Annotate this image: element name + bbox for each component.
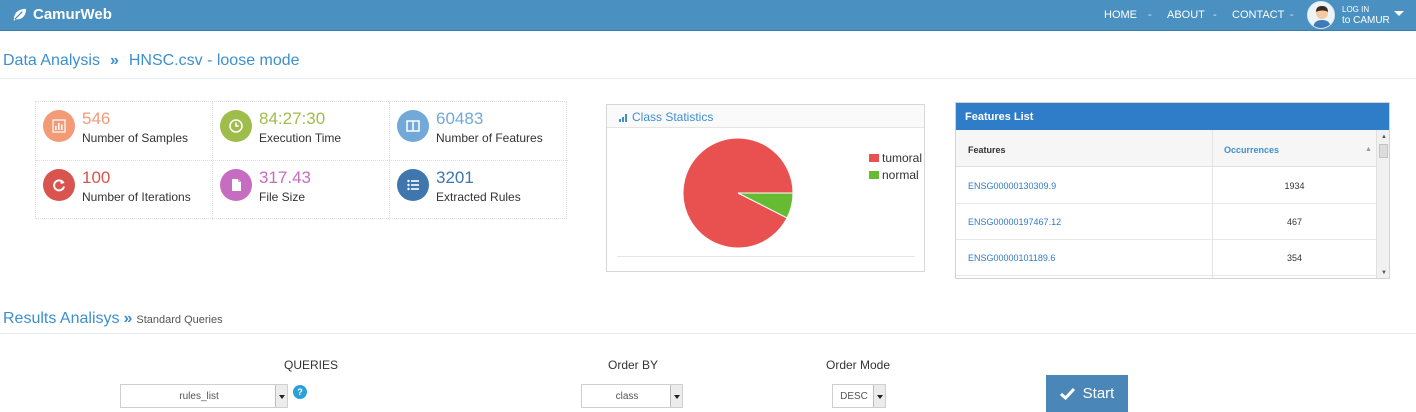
top-navbar: CamurWeb HOME - ABOUT - CONTACT - LOG IN… xyxy=(0,0,1416,31)
panel-header: Class Statistics xyxy=(607,105,924,128)
results-heading: Results Analisys» Standard Queries xyxy=(3,310,223,328)
divider xyxy=(0,78,1416,79)
nav-separator: - xyxy=(1213,9,1217,21)
user-avatar-icon xyxy=(1308,2,1334,28)
stat-value: 100 xyxy=(82,168,111,187)
scroll-up-icon[interactable]: ▲ xyxy=(1381,134,1387,140)
stat-samples: 546 Number of Samples xyxy=(36,102,213,161)
table-header: Features Occurrences ▲ xyxy=(956,130,1376,167)
refresh-icon xyxy=(43,169,75,201)
stat-label: Number of Iterations xyxy=(82,190,191,204)
nav-about-link[interactable]: ABOUT xyxy=(1167,9,1205,21)
column-header-features[interactable]: Features xyxy=(968,145,1006,155)
brand-logo[interactable]: CamurWeb xyxy=(12,6,112,23)
double-chevron-icon: » xyxy=(123,310,133,327)
nav-home-link[interactable]: HOME xyxy=(1104,9,1137,21)
stat-value: 546 xyxy=(82,109,111,128)
queries-label: QUERIES xyxy=(284,358,339,372)
divider xyxy=(617,256,915,257)
breadcrumb-root[interactable]: Data Analysis xyxy=(3,52,100,69)
signal-bars-icon xyxy=(619,114,627,122)
bar-chart-icon xyxy=(43,110,75,142)
stat-rules: 3201 Extracted Rules xyxy=(390,161,567,220)
order-mode-label: Order Mode xyxy=(826,358,891,372)
features-list-panel: Features List Features Occurrences ▲ ENS… xyxy=(955,102,1390,279)
order-mode-value: DESC xyxy=(840,391,868,402)
table-row: ENSG00000197467.12 467 xyxy=(956,204,1376,240)
file-icon xyxy=(220,169,252,201)
stat-file-size: 317.43 File Size xyxy=(213,161,390,220)
breadcrumb-separator: » xyxy=(109,52,119,69)
login-menu[interactable]: LOG IN to CAMUR xyxy=(1342,4,1390,26)
feature-link[interactable]: ENSG00000130309.9 xyxy=(968,181,1056,191)
occurrences-value: 1934 xyxy=(1284,181,1305,191)
stat-value: 84:27:30 xyxy=(259,109,326,128)
stat-label: Number of Samples xyxy=(82,131,189,145)
sort-asc-icon[interactable]: ▲ xyxy=(1365,146,1372,153)
stat-value: 60483 xyxy=(436,109,484,128)
column-header-occurrences[interactable]: Occurrences xyxy=(1224,145,1279,155)
leaf-icon xyxy=(13,8,27,22)
legend-label: tumoral xyxy=(882,151,923,165)
queries-select[interactable]: rules_list xyxy=(120,384,288,408)
legend-label: normal xyxy=(882,168,919,182)
nav-separator: - xyxy=(1148,9,1152,21)
order-by-label: Order BY xyxy=(608,358,659,372)
table-scrollbar[interactable]: ▲ ▼ xyxy=(1376,130,1389,278)
scroll-down-icon[interactable]: ▼ xyxy=(1381,270,1387,276)
panel-title: Features List xyxy=(956,103,1389,130)
chevron-down-icon[interactable] xyxy=(670,385,682,407)
login-label: LOG IN xyxy=(1342,5,1370,14)
occurrences-value: 354 xyxy=(1286,253,1303,263)
clock-icon xyxy=(220,110,252,142)
results-title: Results Analisys xyxy=(3,310,120,327)
start-label: Start xyxy=(1082,385,1115,402)
checkmark-icon xyxy=(1059,387,1075,400)
stats-panel: 546 Number of Samples 84:27:30 Execution… xyxy=(35,101,568,220)
legend-item-normal: normal xyxy=(869,168,919,182)
login-sublabel: to CAMUR xyxy=(1342,15,1390,26)
stat-value: 3201 xyxy=(436,168,474,187)
class-statistics-panel: Class Statistics tumoral normal xyxy=(606,104,925,272)
stat-iterations: 100 Number of Iterations xyxy=(36,161,213,220)
class-pie-chart xyxy=(682,137,794,249)
columns-icon xyxy=(397,110,429,142)
scrollbar-thumb[interactable] xyxy=(1379,144,1388,158)
user-avatar[interactable] xyxy=(1307,1,1335,29)
order-mode-select[interactable]: DESC xyxy=(832,384,886,408)
stat-features: 60483 Number of Features xyxy=(390,102,567,161)
help-icon[interactable]: ? xyxy=(293,385,307,399)
stat-label: Extracted Rules xyxy=(436,190,521,204)
start-button[interactable]: Start xyxy=(1046,375,1128,412)
divider xyxy=(0,333,1416,334)
table-row: ENSG00000130309.9 1934 xyxy=(956,168,1376,204)
legend-item-tumoral: tumoral xyxy=(869,151,922,165)
order-by-select[interactable]: class xyxy=(581,384,683,408)
stat-value: 317.43 xyxy=(259,168,311,187)
queries-value: rules_list xyxy=(179,391,219,402)
stat-execution-time: 84:27:30 Execution Time xyxy=(213,102,390,161)
list-icon xyxy=(397,169,429,201)
breadcrumb-current: HNSC.csv - loose mode xyxy=(128,52,300,69)
results-subtitle: Standard Queries xyxy=(136,314,223,326)
chevron-down-icon[interactable] xyxy=(275,385,287,407)
table-row: ENSG00000101189.6 354 xyxy=(956,240,1376,276)
occurrences-value: 467 xyxy=(1286,217,1303,227)
breadcrumb: Data Analysis » HNSC.csv - loose mode xyxy=(3,52,300,70)
nav-separator: - xyxy=(1290,9,1294,21)
order-by-value: class xyxy=(615,391,639,402)
legend-swatch xyxy=(869,154,879,162)
chevron-down-icon[interactable] xyxy=(1394,11,1404,16)
chevron-down-icon[interactable] xyxy=(873,385,885,407)
brand-name: CamurWeb xyxy=(33,6,112,23)
stat-label: Execution Time xyxy=(259,131,342,145)
feature-link[interactable]: ENSG00000101189.6 xyxy=(968,253,1055,263)
feature-link[interactable]: ENSG00000197467.12 xyxy=(968,217,1061,227)
legend-swatch xyxy=(869,171,879,179)
nav-contact-link[interactable]: CONTACT xyxy=(1232,9,1284,21)
stat-label: Number of Features xyxy=(436,131,543,145)
panel-title: Class Statistics xyxy=(632,110,714,124)
stat-label: File Size xyxy=(259,190,306,204)
